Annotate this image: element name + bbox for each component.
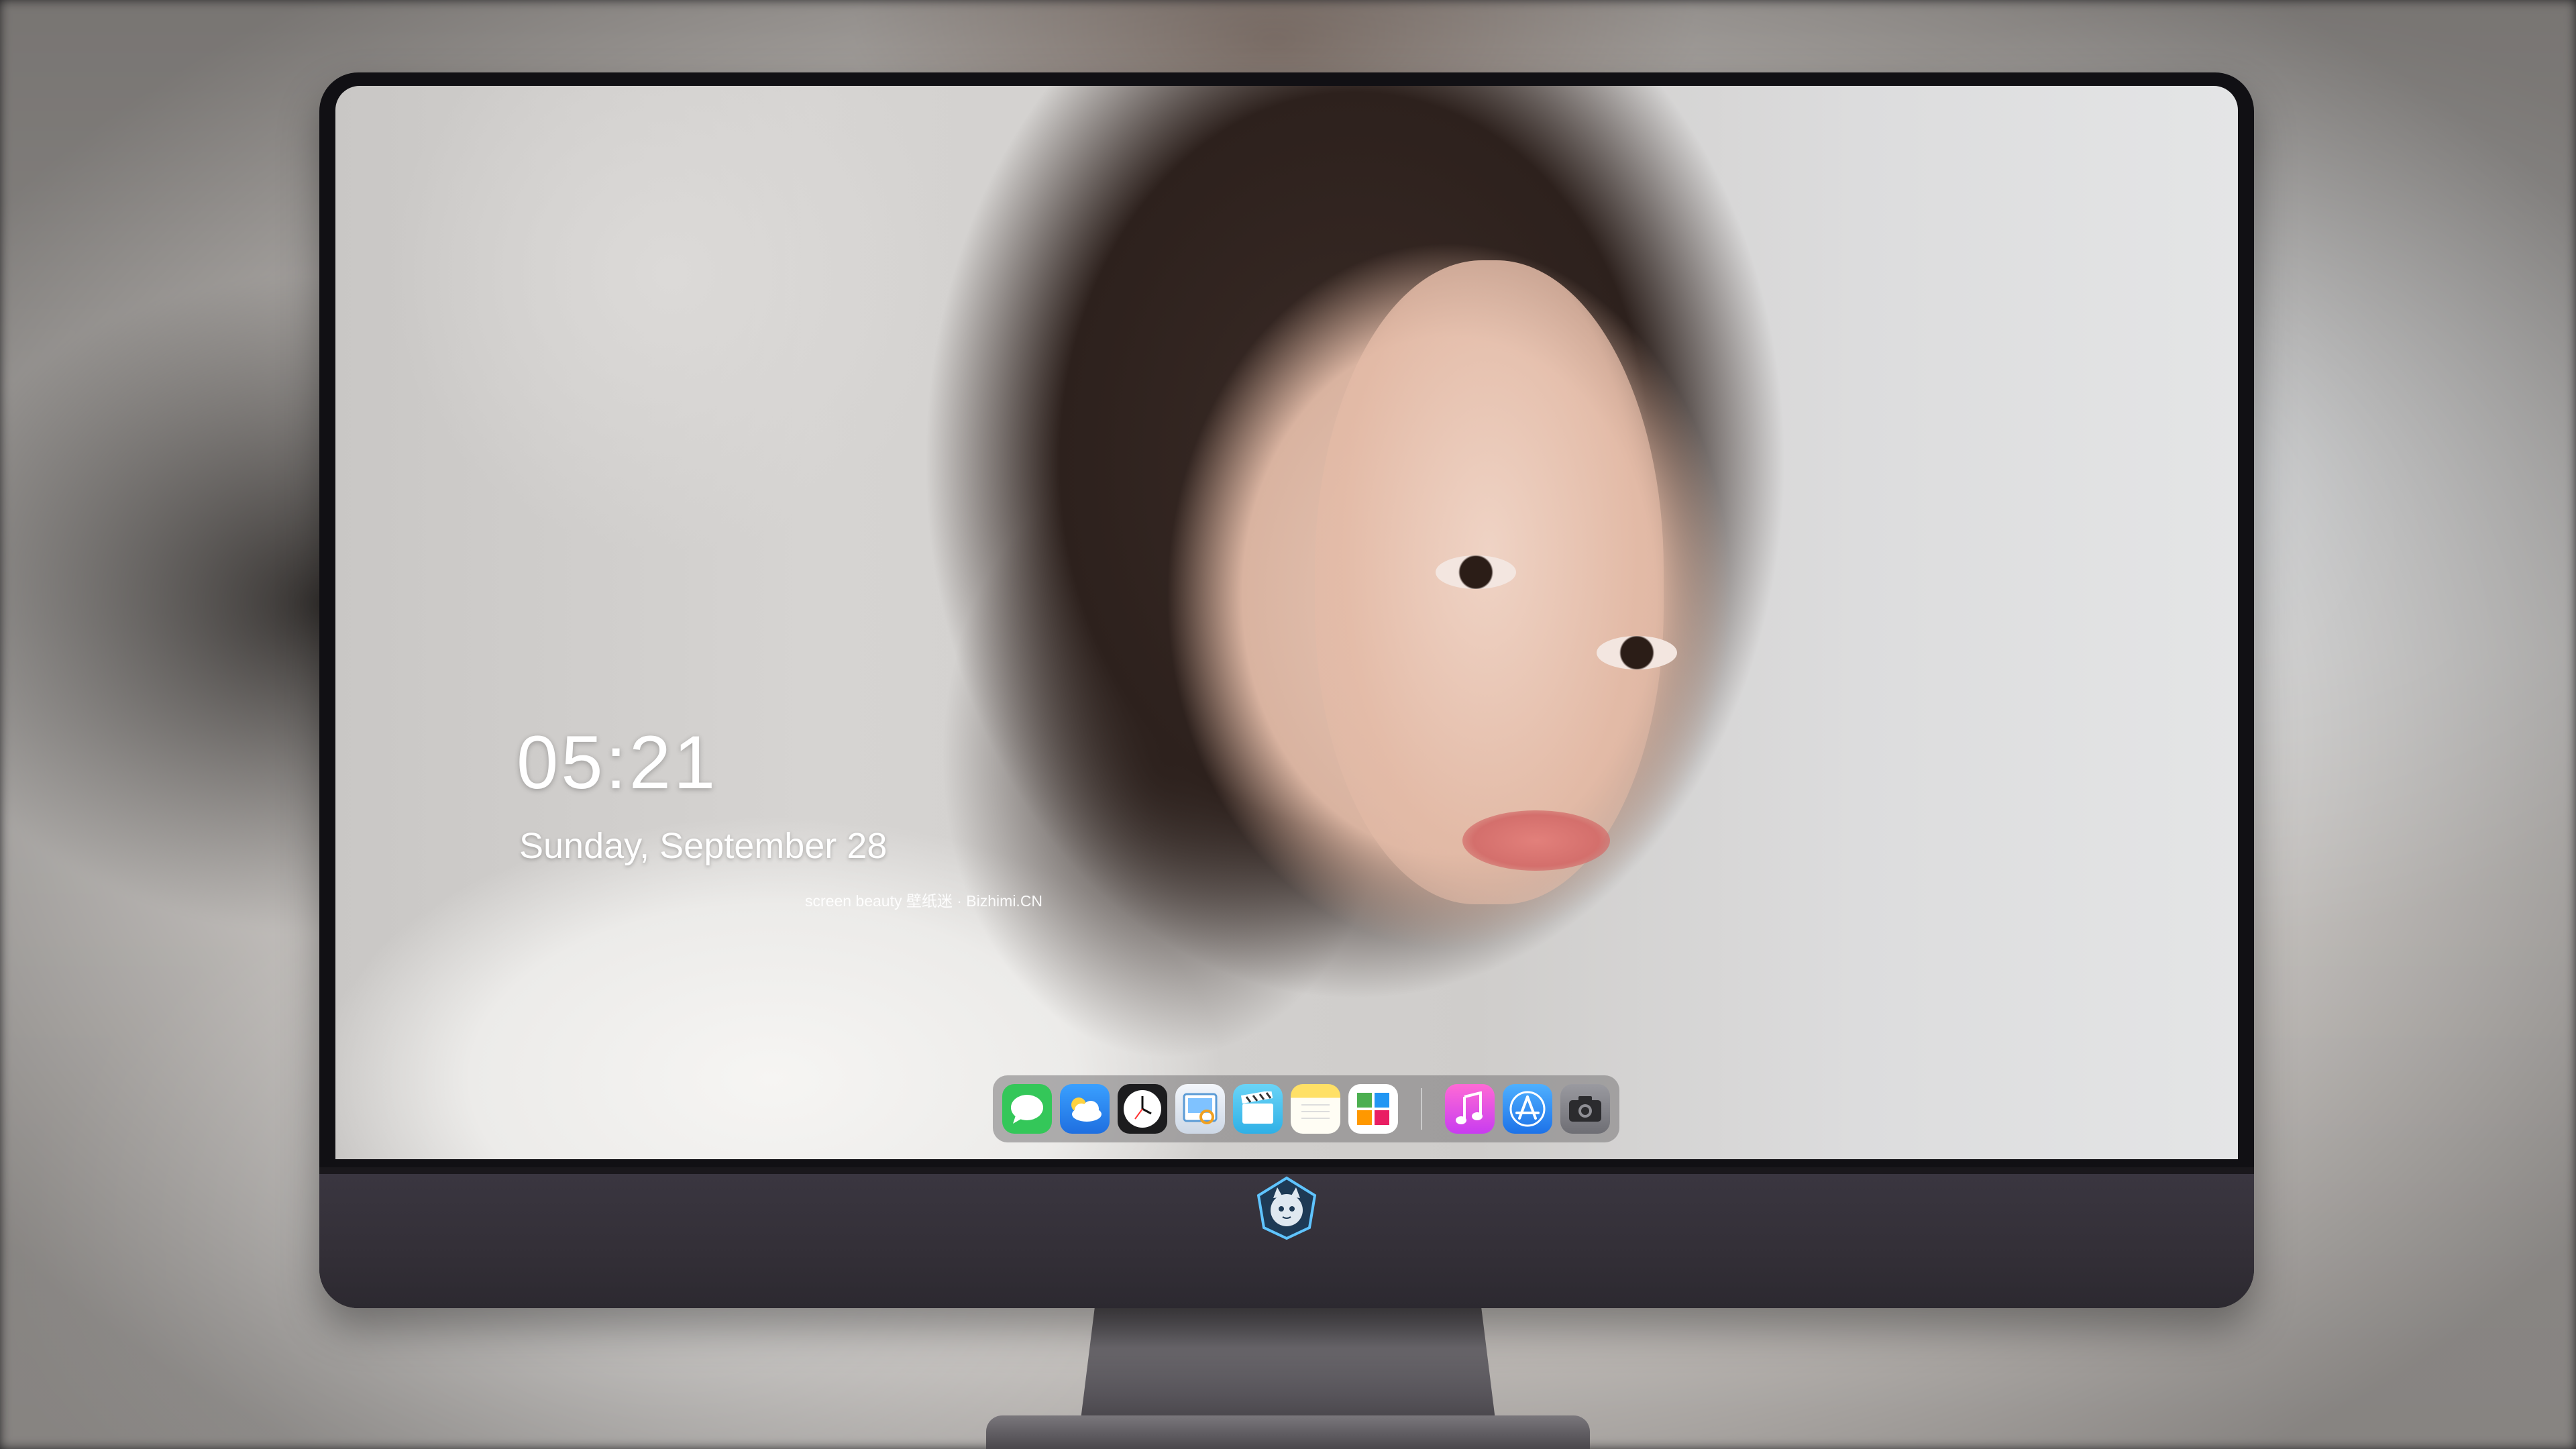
monitor-stand-base	[986, 1415, 1590, 1449]
photo-gallery-icon[interactable]	[1348, 1084, 1398, 1134]
preview-icon[interactable]	[1175, 1084, 1225, 1134]
clapperboard-icon[interactable]	[1233, 1084, 1283, 1134]
wallpaper-credit: screen beauty 壁纸迷 · Bizhimi.CN	[805, 892, 1043, 910]
music-note-icon[interactable]	[1445, 1084, 1495, 1134]
clock-time: 05:21	[517, 720, 718, 804]
wallpaper-eye-right	[1597, 636, 1677, 669]
dock	[993, 1075, 1619, 1142]
dock-divider	[1421, 1088, 1422, 1130]
clock-date: Sunday, September 28	[519, 826, 888, 866]
messages-icon[interactable]	[1002, 1084, 1052, 1134]
weather-icon[interactable]	[1060, 1084, 1110, 1134]
notes-icon[interactable]	[1291, 1084, 1340, 1134]
cat-mascot-logo-icon	[1254, 1175, 1319, 1240]
app-store-icon[interactable]	[1503, 1084, 1552, 1134]
wallpaper-eye-left	[1436, 555, 1516, 589]
clock-icon[interactable]	[1118, 1084, 1167, 1134]
monitor-frame: 05:21 Sunday, September 28 screen beauty…	[319, 72, 2254, 1308]
camera-icon[interactable]	[1560, 1084, 1610, 1134]
wallpaper-lips	[1462, 810, 1610, 871]
desktop-screen: 05:21 Sunday, September 28 screen beauty…	[335, 86, 2238, 1159]
monitor-chin	[319, 1167, 2254, 1308]
